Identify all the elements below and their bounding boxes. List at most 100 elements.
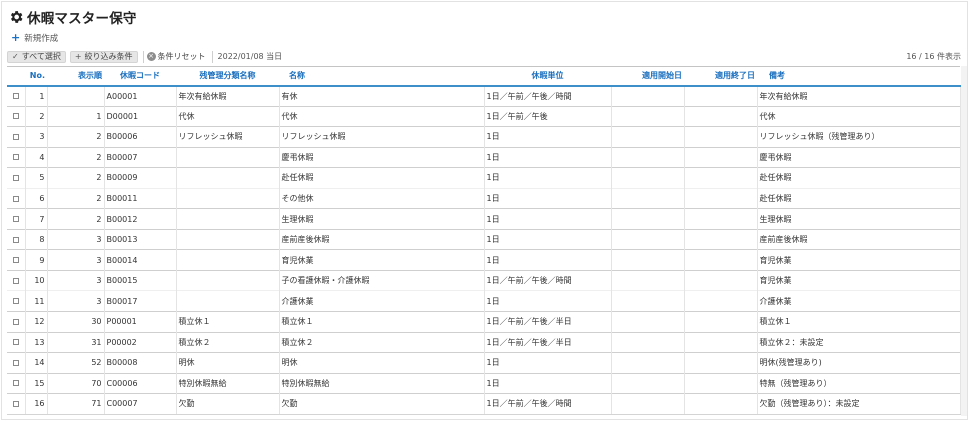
row-checkbox[interactable] [12,216,19,223]
cell-name: 産前産後休暇 [279,228,485,250]
cell-order: 30 [47,311,105,333]
cell-unit: 1日／午前／午後／時間 [484,269,612,291]
cell-name: 欠勤 [279,393,485,415]
table-row[interactable]: 7 2 B00012 生理休暇 1日 生理休暇 [7,208,961,230]
cell-no: 11 [25,290,48,312]
table-row[interactable]: 1 A00001 年次有給休暇 有休 1日／午前／午後／時間 年次有給休暇 [7,85,961,107]
new-button[interactable]: + 新規作成 [11,32,58,44]
table-row[interactable]: 12 30 P00001 積立休１ 積立休１ 1日／午前／午後／半日 積立休１ [7,311,961,333]
table-row[interactable]: 9 3 B00014 育児休業 1日 育児休業 [7,249,961,271]
row-checkbox-cell [7,167,26,189]
cell-unit: 1日 [484,208,612,230]
cell-unit: 1日 [484,352,612,374]
check-icon: ✓ [12,52,19,61]
table-row[interactable]: 11 3 B00017 介護休業 1日 介護休業 [7,290,961,312]
filter-button[interactable]: + 絞り込み条件 [69,50,138,63]
table-row[interactable]: 15 70 C00006 特別休暇無給 特別休暇無給 1日 特無（残管理あり） [7,372,961,394]
row-checkbox-cell [7,208,26,230]
cell-end [684,167,758,189]
row-checkbox[interactable] [12,133,19,140]
cell-end [684,352,758,374]
cell-name: 育児休業 [279,249,485,271]
table-row[interactable]: 10 3 B00015 子の看護休暇・介護休暇 1日／午前／午後／時間 育児休業 [7,269,961,291]
row-checkbox[interactable] [12,380,19,387]
cell-category [176,249,280,271]
table-row[interactable]: 8 3 B00013 産前産後休暇 1日 産前産後休暇 [7,228,961,250]
cell-note: 産前産後休暇 [757,228,961,250]
row-checkbox[interactable] [12,93,19,100]
holiday-table: No. 表示順 休暇コード 残管理分類名称 名称 休暇単位 適用開始日 適用終了… [7,66,961,415]
cell-code: C00007 [104,393,177,415]
cell-name: 有休 [279,85,485,107]
cell-order: 3 [47,269,105,291]
cell-category [176,187,280,209]
cell-name: 赴任休暇 [279,167,485,189]
col-start[interactable]: 適用開始日 [611,66,684,87]
cell-category [176,146,280,168]
row-checkbox[interactable] [12,400,19,407]
cell-no: 6 [25,187,48,209]
row-checkbox[interactable] [12,174,19,181]
table-row[interactable]: 6 2 B00011 その他休 1日 赴任休暇 [7,187,961,209]
col-end[interactable]: 適用終了日 [684,66,757,87]
cell-code: B00008 [104,352,177,374]
cell-end [684,331,758,353]
cell-unit: 1日／午前／午後 [484,105,612,127]
row-checkbox[interactable] [12,339,19,346]
cell-code: A00001 [104,85,177,107]
cell-name: その他休 [279,187,485,209]
col-note[interactable]: 備考 [757,66,960,87]
cell-code: B00011 [104,187,177,209]
divider [142,50,144,63]
cell-name: 慶弔休暇 [279,146,485,168]
cell-end [684,393,758,415]
row-checkbox[interactable] [12,359,19,366]
reset-button[interactable]: × 条件リセット [146,51,206,62]
row-checkbox-cell [7,393,26,415]
table-row[interactable]: 3 2 B00006 リフレッシュ休暇 リフレッシュ休暇 1日 リフレッシュ休暇（残管理あり… [7,126,961,148]
row-checkbox[interactable] [12,236,19,243]
table-row[interactable]: 4 2 B00007 慶弔休暇 1日 慶弔休暇 [7,146,961,168]
col-no[interactable]: No. [25,66,47,87]
cell-no: 7 [25,208,48,230]
select-all-button[interactable]: ✓ すべて選択 [7,50,66,63]
col-name[interactable]: 名称 [279,66,484,87]
cell-end [684,228,758,250]
cell-end [684,249,758,271]
cell-unit: 1日／午前／午後／半日 [484,331,612,353]
cell-order: 70 [47,372,105,394]
cell-note: 育児休業 [757,269,961,291]
row-checkbox-cell [7,85,26,107]
col-unit[interactable]: 休暇単位 [484,66,611,87]
cell-end [684,290,758,312]
cell-category: 明休 [176,352,280,374]
cell-order: 52 [47,352,105,374]
cell-name: 代休 [279,105,485,127]
row-checkbox[interactable] [12,318,19,325]
row-checkbox[interactable] [12,257,19,264]
table-row[interactable]: 13 31 P00002 積立休２ 積立休２ 1日／午前／午後／半日 積立休２：未設定 [7,331,961,353]
cell-name: 特別休暇無給 [279,372,485,394]
table-row[interactable]: 2 1 D00001 代休 代休 1日／午前／午後 代休 [7,105,961,127]
row-checkbox-cell [7,269,26,291]
table-row[interactable]: 5 2 B00009 赴任休暇 1日 赴任休暇 [7,167,961,189]
col-category[interactable]: 残管理分類名称 [176,66,279,87]
row-checkbox-cell [7,352,26,374]
cell-note: 積立休２：未設定 [757,331,961,353]
scrollbar[interactable] [961,66,967,416]
cell-start [611,146,685,168]
table-row[interactable]: 14 52 B00008 明休 明休 1日 明休(残管理あり) [7,352,961,374]
col-order[interactable]: 表示順 [47,66,104,87]
cell-note: 特無（残管理あり） [757,372,961,394]
cell-unit: 1日 [484,146,612,168]
cell-no: 14 [25,352,48,374]
row-checkbox[interactable] [12,154,19,161]
row-checkbox[interactable] [12,195,19,202]
row-checkbox[interactable] [12,298,19,305]
row-checkbox[interactable] [12,113,19,120]
table-row[interactable]: 16 71 C00007 欠勤 欠勤 1日／午前／午後／時間 欠勤（残管理あり）：未設定 [7,393,961,415]
row-checkbox[interactable] [12,277,19,284]
col-code[interactable]: 休暇コード [104,66,176,87]
cell-code: B00014 [104,249,177,271]
cell-unit: 1日／午前／午後／半日 [484,311,612,333]
